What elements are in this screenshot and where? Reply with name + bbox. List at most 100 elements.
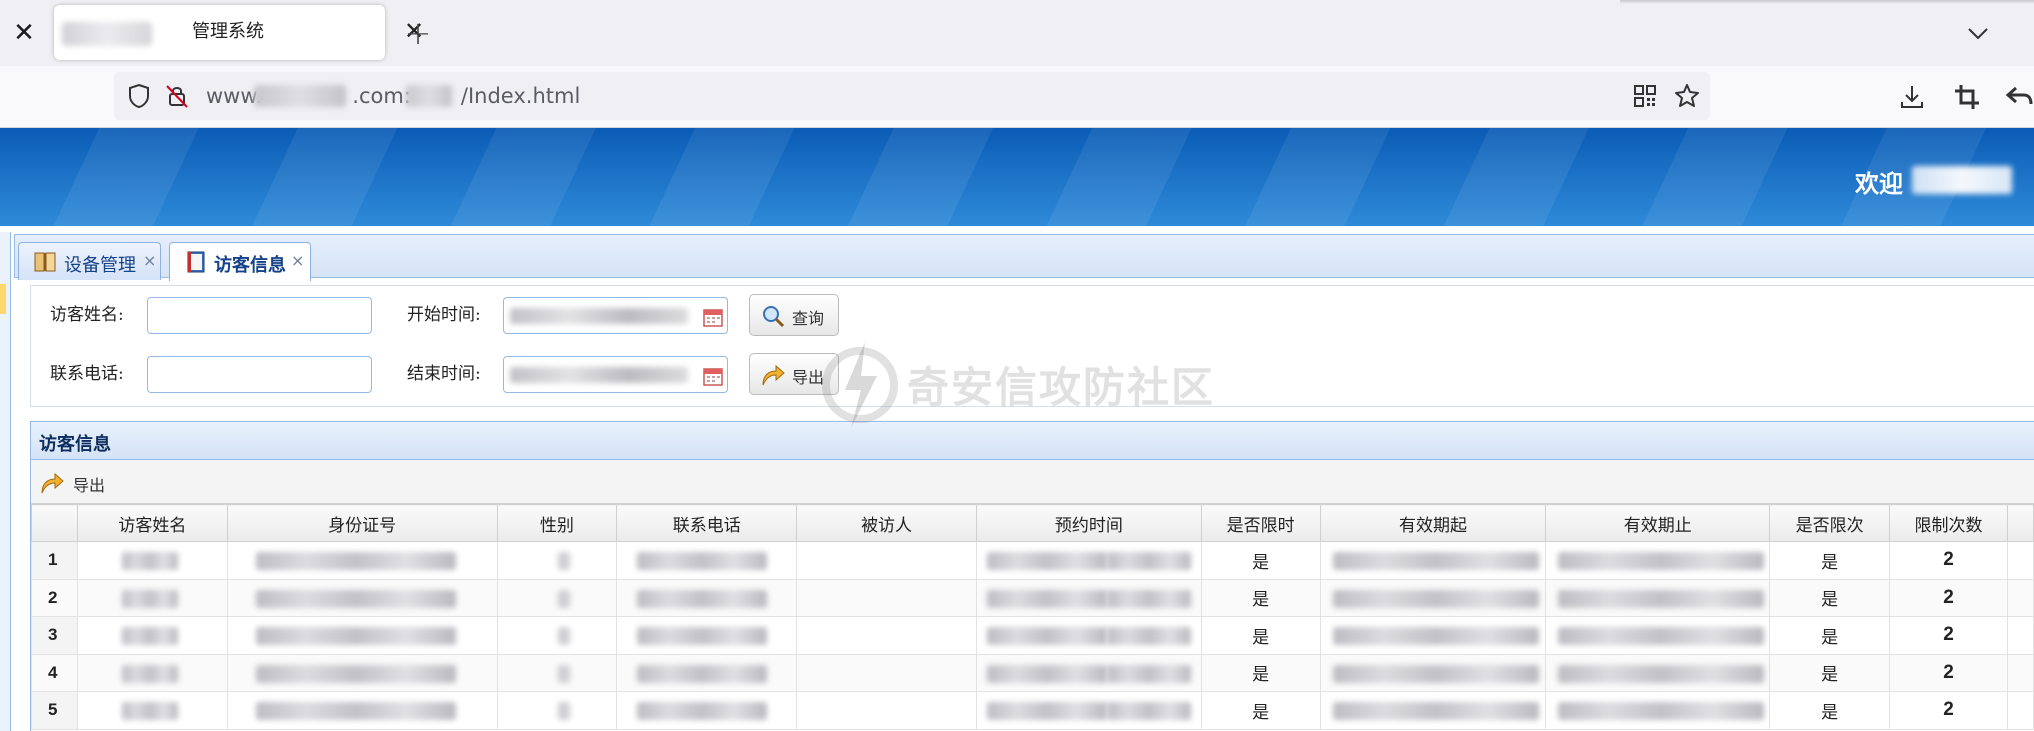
cell-time-limited: 是 (1200, 653, 1321, 692)
col-header-count-limited[interactable]: 是否限次 (1769, 504, 1891, 542)
row-number: 1 (31, 541, 78, 580)
new-tab-plus-icon[interactable]: + (402, 14, 434, 52)
col-header-limit-count[interactable]: 限制次数 (1889, 504, 2008, 542)
redacted-cell (796, 616, 977, 655)
redacted-value (1106, 664, 1191, 683)
redacted-value (121, 552, 178, 570)
calendar-icon[interactable] (702, 365, 724, 387)
end-time-input[interactable] (503, 356, 728, 393)
redacted-cell (2006, 653, 2034, 692)
table-row[interactable]: 5是是2 (31, 691, 2034, 730)
export-button[interactable]: 导出 (749, 353, 839, 395)
cell-count-limited: 是 (1769, 541, 1891, 580)
col-header-host[interactable]: 被访人 (796, 504, 977, 542)
redacted-value (1106, 702, 1191, 720)
query-button[interactable]: 查询 (749, 294, 839, 336)
redacted-cell (496, 578, 618, 617)
calendar-icon[interactable] (702, 306, 724, 328)
table-row[interactable]: 4是是2 (31, 653, 2034, 692)
redacted-cell (2006, 541, 2034, 580)
col-header-valid-from[interactable]: 有效期起 (1319, 504, 1547, 542)
redacted-cell (1319, 616, 1547, 655)
redacted-date-value (510, 308, 688, 324)
redacted-cell (1545, 691, 1771, 730)
tab-label: 设备管理 (64, 255, 136, 276)
crop-screenshot-icon[interactable] (1952, 82, 1982, 112)
redacted-cell (2006, 578, 2034, 617)
redacted-value (255, 702, 456, 720)
col-header-phone[interactable]: 联系电话 (616, 504, 798, 542)
qr-code-icon[interactable] (1630, 81, 1660, 111)
redacted-url-port (406, 85, 452, 107)
redacted-cell (616, 653, 798, 692)
row-number: 5 (31, 691, 78, 730)
col-header-appointment-time[interactable]: 预约时间 (975, 504, 1202, 542)
visitor-name-input[interactable] (147, 297, 372, 334)
redacted-cell (796, 691, 977, 730)
redacted-cell (76, 578, 228, 617)
table-row[interactable]: 2是是2 (31, 578, 2034, 617)
visitor-table: 访客姓名 身份证号 性别 联系电话 被访人 预约时间 是否限时 有效期起 有效期… (31, 504, 2034, 730)
col-header-gender[interactable]: 性别 (496, 504, 618, 542)
redacted-value (1332, 664, 1539, 683)
redacted-value (637, 589, 768, 608)
redacted-value (557, 702, 570, 720)
tab-device-management[interactable]: 设备管理 × (18, 242, 161, 280)
url-path: /Index.html (460, 84, 581, 108)
browser-tabstrip: ✕ 管理系统 ✕ + (0, 0, 2034, 66)
redacted-cell (975, 541, 1202, 580)
chevron-down-icon[interactable] (1958, 14, 1998, 54)
query-button-label: 查询 (792, 309, 825, 328)
cell-time-limited: 是 (1200, 616, 1321, 655)
tab-visitor-info[interactable]: 访客信息 × (169, 242, 311, 281)
redacted-cell (2006, 616, 2034, 655)
col-header-visitor-name[interactable]: 访客姓名 (76, 504, 228, 542)
table-row[interactable]: 1是是2 (31, 541, 2034, 580)
phone-input[interactable] (147, 356, 372, 393)
app-body: 设备管理 × 访客信息 × 访客姓名: 联系电话: 开始时间: 结束时间: 查询… (0, 226, 2034, 731)
cell-time-limited: 是 (1200, 578, 1321, 617)
redacted-value (121, 627, 178, 645)
grid-title-bar: 访客信息 (31, 422, 2034, 460)
redacted-cell (226, 653, 498, 692)
redacted-value (986, 552, 1107, 570)
col-header-time-limited[interactable]: 是否限时 (1200, 504, 1321, 542)
download-icon[interactable] (1897, 82, 1927, 112)
redacted-value (1106, 589, 1191, 608)
redacted-cell (975, 691, 1202, 730)
insecure-lock-icon[interactable] (162, 81, 192, 111)
redacted-value (1332, 627, 1539, 645)
browser-tab-active[interactable]: 管理系统 ✕ (54, 5, 424, 60)
tab-label: 访客信息 (214, 255, 286, 276)
shield-icon[interactable] (124, 81, 154, 111)
redacted-value (1558, 589, 1765, 608)
redacted-cell (796, 653, 977, 692)
redacted-value (637, 702, 768, 720)
bookmark-star-icon[interactable] (1672, 81, 1702, 111)
collapsed-side-panel[interactable] (0, 232, 11, 731)
redacted-cell (1319, 653, 1547, 692)
undo-arrow-icon[interactable] (2004, 82, 2034, 112)
cell-time-limited: 是 (1200, 691, 1321, 730)
table-row[interactable]: 3是是2 (31, 616, 2034, 655)
close-window-icon[interactable]: ✕ (12, 16, 36, 50)
toolbar-export-button[interactable]: 导出 (39, 466, 119, 498)
url-bar[interactable]: www. .com:/Index.html (114, 72, 1710, 120)
tab-close-icon[interactable]: × (291, 251, 304, 270)
redacted-cell (1545, 653, 1771, 692)
grid-title: 访客信息 (39, 434, 111, 455)
start-time-input[interactable] (503, 297, 728, 334)
row-number: 3 (31, 616, 78, 655)
redacted-cell (496, 691, 618, 730)
tab-close-icon[interactable]: × (143, 251, 156, 270)
redacted-cell (975, 578, 1202, 617)
redacted-cell (2006, 691, 2034, 730)
redacted-cell (76, 691, 228, 730)
col-header-valid-to[interactable]: 有效期止 (1545, 504, 1771, 542)
app-header-banner: 欢迎 (0, 128, 2034, 226)
redacted-tab-prefix (62, 22, 152, 46)
redacted-cell (1545, 616, 1771, 655)
grid-toolbar: 导出 (31, 460, 2034, 504)
cell-count-limited: 是 (1769, 691, 1891, 730)
col-header-id-number[interactable]: 身份证号 (226, 504, 498, 542)
